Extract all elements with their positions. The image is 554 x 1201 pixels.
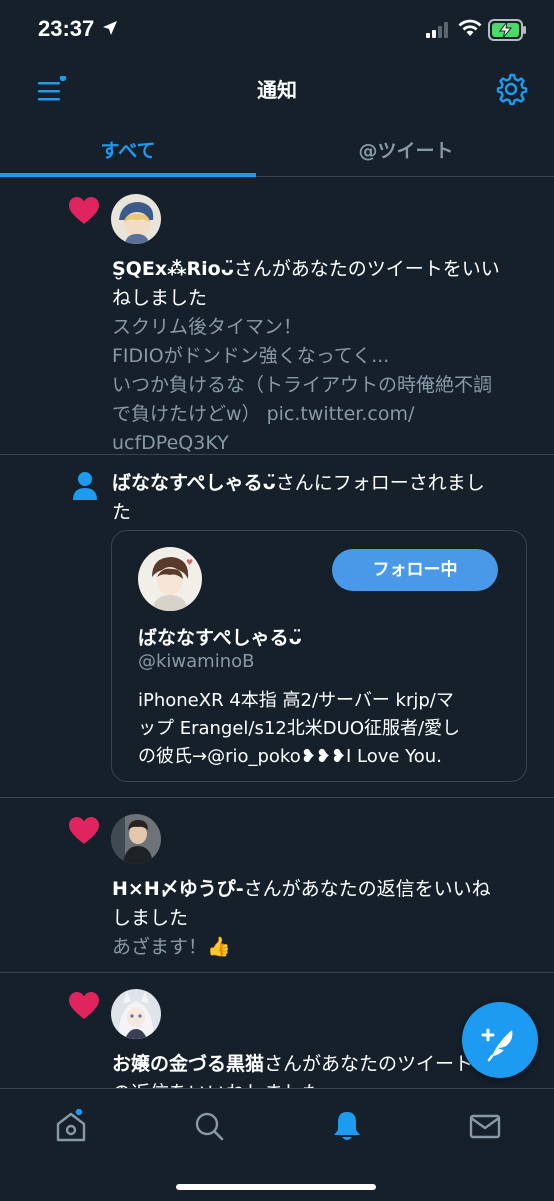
avatar[interactable]: ♥ bbox=[138, 547, 202, 611]
notification-action-cont: ねしました bbox=[112, 287, 208, 309]
tweet-text: スクリム後タイマン！ bbox=[112, 316, 303, 338]
user-card[interactable]: ♥ フォロー中 ばななすぺしゃるᴗ̈ @kiwaminoB iPhoneXR 4… bbox=[111, 530, 527, 782]
notification-item[interactable]: H×H〆ゆうぴ-さんがあなたの返信をいいね しました あざます！👍 bbox=[0, 798, 554, 973]
avatar[interactable] bbox=[111, 814, 161, 864]
notification-user[interactable]: お嬢の金づる黒猫 bbox=[112, 1053, 264, 1075]
tab-mentions[interactable]: @ツイート bbox=[278, 136, 534, 163]
tweet-text: FIDIOがドンドン強くなってく... bbox=[112, 345, 390, 367]
person-icon bbox=[72, 471, 98, 505]
status-bar: 23:37 bbox=[0, 0, 554, 60]
following-button[interactable]: フォロー中 bbox=[332, 549, 498, 591]
bell-icon[interactable] bbox=[330, 1109, 364, 1147]
battery-charging-icon bbox=[488, 19, 528, 45]
notification-user[interactable]: H×H〆ゆうぴ- bbox=[112, 878, 244, 900]
tweet-text: あざます！👍 bbox=[112, 936, 231, 958]
card-bio-line: iPhoneXR 4本指 高2/サーバー krjp/マ bbox=[138, 690, 454, 711]
notification-item[interactable]: S̮QEx⁂Rioᴗ̈さんがあなたのツイートをいい ねしました スクリム後タイマ… bbox=[0, 178, 554, 455]
notification-action: さんにフォローされまし bbox=[275, 472, 485, 494]
tweet-text: で負けたけどw） pic.twitter.com/ bbox=[112, 403, 415, 425]
location-arrow-icon bbox=[102, 20, 118, 40]
cellular-signal-icon bbox=[426, 22, 452, 42]
gear-icon[interactable] bbox=[494, 72, 528, 110]
card-bio: iPhoneXR 4本指 高2/サーバー krjp/マ ップ Erangel/s… bbox=[138, 687, 518, 771]
home-indicator[interactable] bbox=[176, 1184, 376, 1190]
search-icon[interactable] bbox=[192, 1109, 226, 1147]
status-time: 23:37 bbox=[38, 16, 95, 41]
heart-icon bbox=[68, 196, 100, 230]
wifi-icon bbox=[458, 19, 482, 41]
top-header: 通知 bbox=[0, 60, 554, 120]
tweet-text: いつか負けるな（トライアウトの時俺絶不調 bbox=[112, 374, 493, 396]
avatar[interactable] bbox=[111, 194, 161, 244]
compose-button[interactable] bbox=[462, 1002, 538, 1078]
heart-icon bbox=[68, 991, 100, 1025]
avatar[interactable] bbox=[111, 989, 161, 1039]
heart-icon bbox=[68, 816, 100, 850]
notification-action-cont: た bbox=[112, 501, 132, 523]
card-bio-line: の彼氏→@rio_poko❥❥❥I Love You. bbox=[138, 746, 442, 767]
card-display-name[interactable]: ばななすぺしゃるᴗ̈ bbox=[138, 623, 302, 650]
notification-action-cont: しました bbox=[112, 907, 189, 929]
tweet-text: ucfDPeQ3KY bbox=[112, 432, 229, 454]
notification-action: さんがあなたの返信をいいね bbox=[243, 878, 491, 900]
notification-user[interactable]: ばななすぺしゃるᴗ̈ bbox=[112, 472, 276, 494]
mail-icon[interactable] bbox=[468, 1109, 502, 1147]
svg-text:♥: ♥ bbox=[186, 558, 193, 567]
compose-icon bbox=[481, 1028, 513, 1062]
notification-action: さんがあなたのツイート bbox=[264, 1053, 474, 1075]
card-bio-line: ップ Erangel/s12北米DUO征服者/愛し bbox=[138, 718, 461, 739]
notification-user[interactable]: S̮QEx⁂Rioᴗ̈ bbox=[112, 258, 234, 280]
page-title: 通知 bbox=[257, 78, 297, 102]
home-icon[interactable] bbox=[54, 1107, 88, 1147]
card-handle: @kiwaminoB bbox=[138, 651, 255, 672]
notification-tabs: すべて @ツイート bbox=[0, 120, 554, 177]
active-tab-indicator bbox=[0, 173, 256, 177]
notification-action: さんがあなたのツイートをいい bbox=[233, 258, 500, 280]
tab-all[interactable]: すべて bbox=[0, 136, 256, 163]
